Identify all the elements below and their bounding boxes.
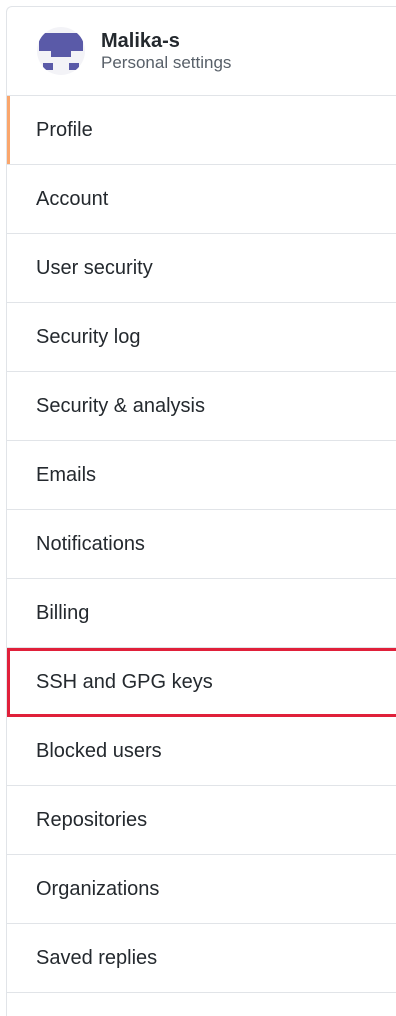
user-info: Malika-s Personal settings — [101, 29, 231, 73]
user-header[interactable]: Malika-s Personal settings — [7, 7, 396, 96]
sidebar-item-saved-replies[interactable]: Saved replies — [7, 924, 396, 993]
sidebar-item-profile[interactable]: Profile — [7, 96, 396, 165]
settings-sidebar: Malika-s Personal settings Profile Accou… — [6, 6, 396, 1016]
sidebar-item-ssh-gpg-keys[interactable]: SSH and GPG keys — [7, 648, 396, 717]
sidebar-item-security-log[interactable]: Security log — [7, 303, 396, 372]
sidebar-item-user-security[interactable]: User security — [7, 234, 396, 303]
sidebar-item-repositories[interactable]: Repositories — [7, 786, 396, 855]
sidebar-item-organizations[interactable]: Organizations — [7, 855, 396, 924]
user-name[interactable]: Malika-s — [101, 29, 231, 53]
avatar[interactable] — [37, 27, 85, 75]
sidebar-item-emails[interactable]: Emails — [7, 441, 396, 510]
sidebar-item-billing[interactable]: Billing — [7, 579, 396, 648]
sidebar-item-security-analysis[interactable]: Security & analysis — [7, 372, 396, 441]
user-subtitle: Personal settings — [101, 52, 232, 72]
sidebar-item-account[interactable]: Account — [7, 165, 396, 234]
sidebar-item-notifications[interactable]: Notifications — [7, 510, 396, 579]
settings-nav: Profile Account User security Security l… — [7, 96, 396, 993]
sidebar-item-blocked-users[interactable]: Blocked users — [7, 717, 396, 786]
